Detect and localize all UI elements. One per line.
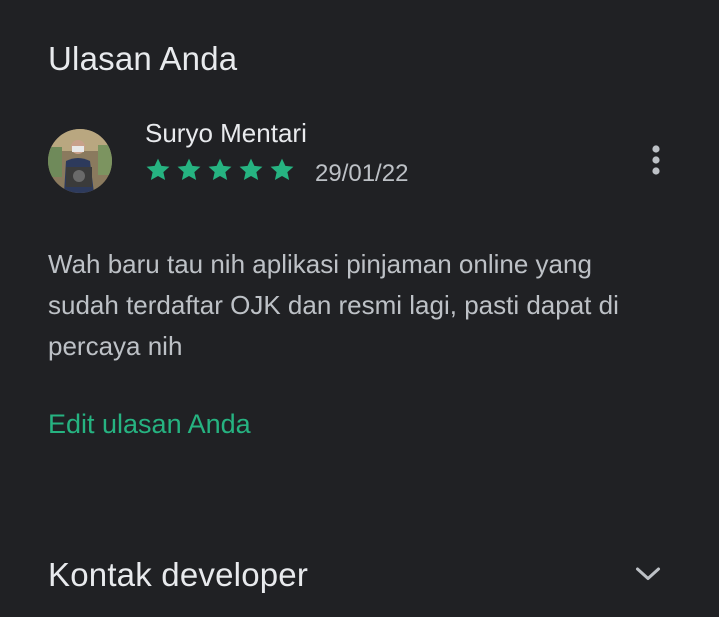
review-date: 29/01/22	[315, 160, 409, 187]
reviewer-name: Suryo Mentari	[145, 118, 307, 148]
review-section-title: Ulasan Anda	[48, 40, 238, 77]
star-icon	[237, 156, 265, 184]
more-vert-icon	[651, 144, 661, 180]
expand-developer-contact-button[interactable]	[630, 558, 666, 594]
reviewer-avatar	[48, 129, 112, 193]
star-icon	[206, 156, 234, 184]
more-options-button[interactable]	[636, 140, 676, 184]
edit-review-link[interactable]: Edit ulasan Anda	[48, 409, 251, 440]
star-icon	[175, 156, 203, 184]
star-icon	[268, 156, 296, 184]
chevron-down-icon	[635, 566, 661, 587]
review-text: Wah baru tau nih aplikasi pinjaman onlin…	[48, 249, 619, 361]
star-icon	[144, 156, 172, 184]
rating-stars	[144, 156, 296, 184]
developer-contact-title[interactable]: Kontak developer	[48, 556, 308, 594]
